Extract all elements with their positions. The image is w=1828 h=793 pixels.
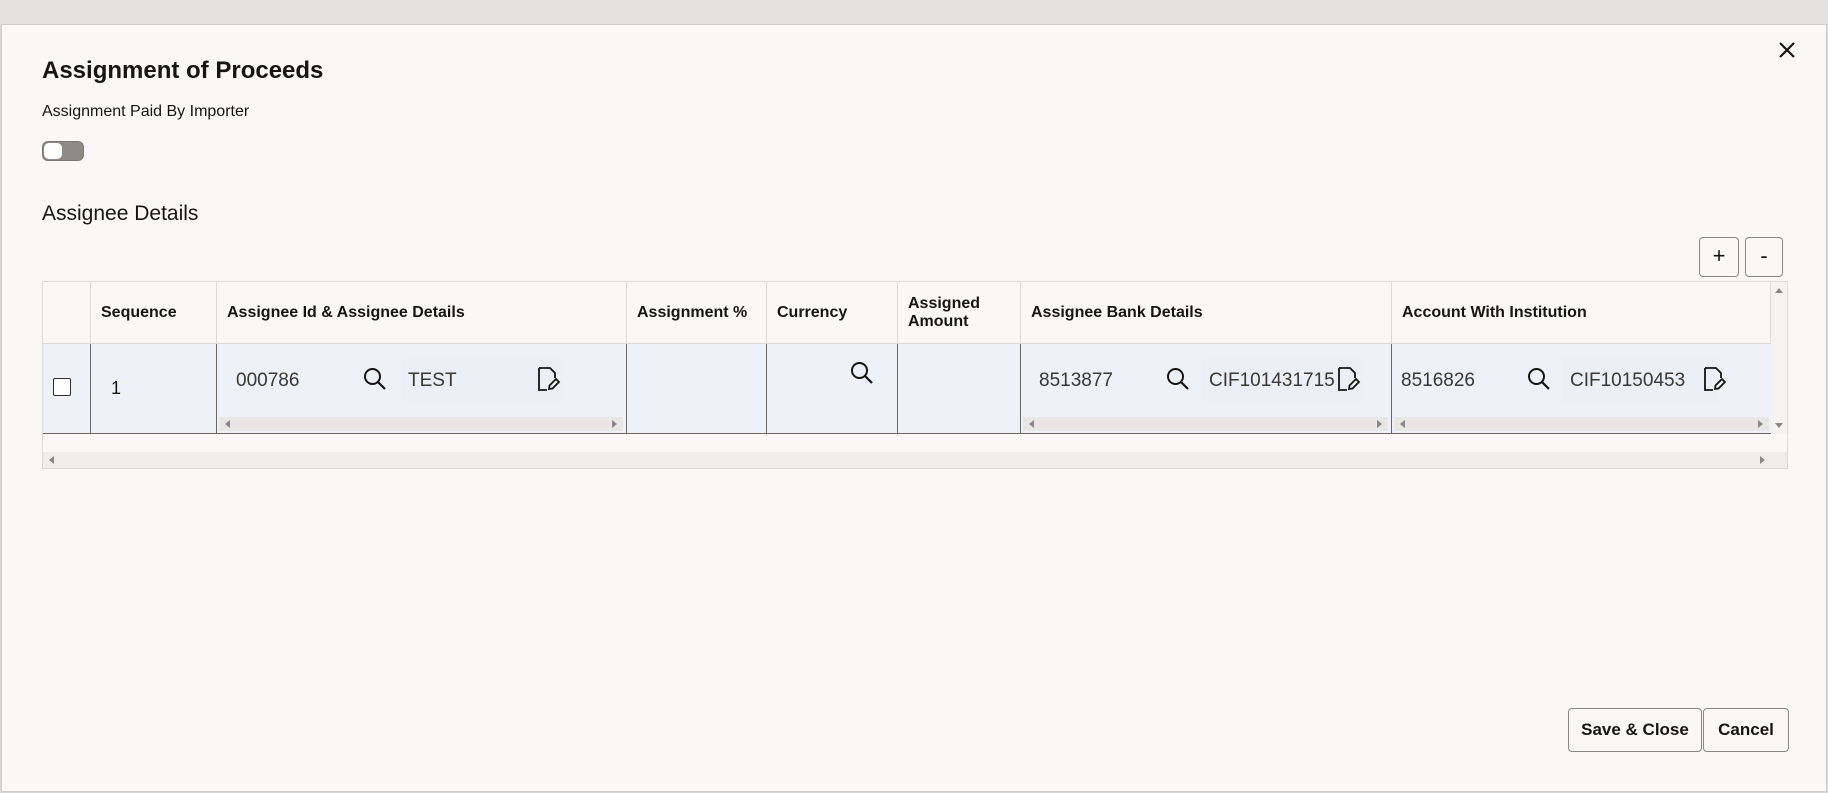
assignee-cell: 000786 TEST	[217, 344, 627, 433]
assignee-name-input[interactable]: TEST	[408, 370, 457, 392]
search-icon[interactable]	[1165, 366, 1191, 392]
background-strip	[0, 0, 1828, 24]
table-row[interactable]: 1 000786 TEST 8513877 CIF101431715 85168…	[43, 344, 1771, 434]
search-icon[interactable]	[362, 366, 388, 392]
close-icon[interactable]	[1774, 37, 1800, 63]
assigned-amount-cell[interactable]	[898, 344, 1021, 433]
toggle-knob	[44, 143, 62, 159]
save-close-button[interactable]: Save & Close	[1568, 708, 1702, 752]
row-checkbox[interactable]	[53, 378, 71, 396]
header-account-institution: Account With Institution	[1392, 282, 1771, 344]
select-cell	[43, 344, 91, 433]
header-currency: Currency	[767, 282, 898, 344]
bank-cif-input[interactable]: CIF101431715	[1209, 370, 1355, 392]
bank-details-cell: 8513877 CIF101431715	[1021, 344, 1392, 433]
dialog-title: Assignment of Proceeds	[42, 57, 324, 84]
search-icon[interactable]	[849, 360, 875, 386]
remove-row-button[interactable]: -	[1745, 237, 1783, 277]
paid-by-importer-toggle[interactable]	[42, 141, 84, 161]
assignment-pct-cell[interactable]	[627, 344, 767, 433]
account-institution-cell: 8516826 CIF10150453	[1392, 344, 1771, 433]
header-assignee: Assignee Id & Assignee Details	[217, 282, 627, 344]
header-assigned-amount: Assigned Amount	[898, 282, 1021, 344]
header-select	[43, 282, 91, 344]
assignment-dialog: Assignment of Proceeds Assignment Paid B…	[1, 24, 1827, 792]
currency-cell[interactable]	[767, 344, 898, 433]
search-icon[interactable]	[1526, 366, 1552, 392]
cancel-button[interactable]: Cancel	[1703, 708, 1789, 752]
grid-horizontal-scrollbar[interactable]	[43, 452, 1787, 468]
bank-id-input[interactable]: 8513877	[1039, 370, 1113, 392]
assignee-id-input[interactable]: 000786	[236, 370, 299, 392]
assignee-grid: Sequence Assignee Id & Assignee Details …	[42, 281, 1788, 469]
awi-cif-input[interactable]: CIF10150453	[1570, 370, 1685, 392]
toggle-label: Assignment Paid By Importer	[42, 103, 250, 120]
edit-document-icon[interactable]	[1335, 366, 1361, 392]
edit-document-icon[interactable]	[1701, 366, 1727, 392]
awi-cell-scrollbar[interactable]	[1394, 417, 1769, 431]
awi-id-input[interactable]: 8516826	[1401, 370, 1475, 392]
sequence-value: 1	[111, 378, 122, 398]
add-row-button[interactable]: +	[1699, 237, 1739, 277]
header-sequence: Sequence	[91, 282, 217, 344]
header-bank-details: Assignee Bank Details	[1021, 282, 1392, 344]
assignee-cell-scrollbar[interactable]	[219, 417, 623, 431]
bank-cell-scrollbar[interactable]	[1023, 417, 1388, 431]
grid-vertical-scrollbar[interactable]	[1771, 282, 1787, 434]
header-assignment-pct: Assignment %	[627, 282, 767, 344]
edit-document-icon[interactable]	[535, 366, 561, 392]
sequence-cell: 1	[91, 344, 217, 433]
section-title: Assignee Details	[42, 202, 199, 225]
